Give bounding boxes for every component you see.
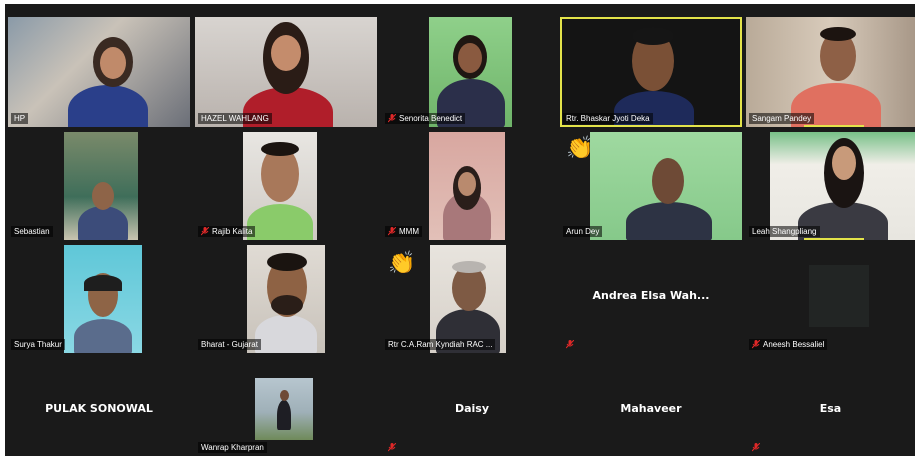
participant-name-tag: Senorita Benedict <box>385 113 466 124</box>
participant-video <box>195 17 377 127</box>
participant-name-tag: Bharat - Gujarat <box>198 339 261 350</box>
participant-tile-bhaskar[interactable]: Rtr. Bhaskar Jyoti Deka <box>560 17 742 127</box>
participant-name-tag: Aneesh Bessaliel <box>749 339 828 350</box>
participant-name-tag <box>385 442 399 453</box>
participant-name-tag: Wanrap Kharpran <box>198 442 267 453</box>
clapping-hand-icon: 👏 <box>566 136 594 161</box>
participant-name-tag: Rtr. Bhaskar Jyoti Deka <box>563 113 653 124</box>
participant-name-tag: Rajib Kalita <box>198 226 256 237</box>
mic-muted-icon <box>388 114 396 123</box>
participant-display-name: Mahaveer <box>620 402 682 415</box>
participant-video <box>746 17 915 127</box>
clapping-hand-icon: 👏 <box>388 251 416 276</box>
participant-tile-bharat[interactable]: Bharat - Gujarat <box>195 243 377 353</box>
mic-muted-icon <box>752 443 760 452</box>
participant-name-tag: MMM <box>385 226 422 237</box>
participant-video <box>590 132 742 240</box>
participant-name-tag: Leah Shangpliang <box>749 226 820 237</box>
participant-video <box>429 17 512 127</box>
participant-display-name: Daisy <box>454 402 490 415</box>
participant-tile-mmm[interactable]: MMM <box>382 130 562 240</box>
participant-video <box>770 132 915 240</box>
participant-video <box>243 132 317 240</box>
participant-tile-andrea[interactable]: Andrea Elsa Wah... <box>560 243 742 353</box>
mic-muted-icon <box>752 340 760 349</box>
participant-name-tag: Surya Thakur <box>11 339 65 350</box>
participant-tile-hazel[interactable]: HAZEL WAHLANG <box>195 17 377 127</box>
participant-tile-sangam[interactable]: Sangam Pandey <box>746 17 915 127</box>
participant-tile-esa[interactable]: Esa <box>746 356 915 456</box>
participant-tile-mahaveer[interactable]: Mahaveer <box>560 356 742 456</box>
video-gallery: HP HAZEL WAHLANG Senorita Benedict Rtr. … <box>5 4 915 456</box>
participant-tile-senorita[interactable]: Senorita Benedict <box>382 17 562 127</box>
participant-tile-daisy[interactable]: Daisy <box>382 356 562 456</box>
participant-avatar <box>255 378 313 440</box>
mic-muted-icon <box>388 443 396 452</box>
participant-display-name: PULAK SONOWAL <box>45 402 153 415</box>
participant-video <box>429 132 505 240</box>
participant-tile-leah[interactable]: Leah Shangpliang <box>746 130 915 240</box>
participant-name-tag: HAZEL WAHLANG <box>198 113 272 124</box>
participant-video <box>430 245 506 353</box>
participant-tile-hp[interactable]: HP <box>8 17 190 127</box>
participant-tile-wanrap[interactable]: Wanrap Kharpran <box>195 356 377 456</box>
participant-video <box>8 17 190 127</box>
participant-name-tag <box>563 339 577 350</box>
speaking-indicator <box>804 125 864 127</box>
mic-muted-icon <box>201 227 209 236</box>
participant-video <box>247 245 325 353</box>
participant-video <box>64 132 138 240</box>
participant-tile-sebastian[interactable]: Sebastian <box>8 130 190 240</box>
mic-muted-icon <box>388 227 396 236</box>
participant-name-tag: Arun Dey <box>563 226 603 237</box>
speaking-indicator <box>804 238 864 240</box>
participant-video <box>562 19 740 125</box>
participant-tile-rajib[interactable]: Rajib Kalita <box>195 130 377 240</box>
participant-name-tag: HP <box>11 113 29 124</box>
participant-display-name: Esa <box>819 402 842 415</box>
mic-muted-icon <box>566 340 574 349</box>
participant-display-name: Andrea Elsa Wah... <box>592 289 710 302</box>
participant-tile-surya[interactable]: Surya Thakur <box>8 243 190 353</box>
participant-tile-aneesh[interactable]: Aneesh Bessaliel <box>746 243 915 353</box>
participant-video <box>64 245 142 353</box>
participant-tile-pulak[interactable]: PULAK SONOWAL <box>8 356 190 456</box>
participant-name-tag: Sebastian <box>11 226 53 237</box>
participant-avatar <box>809 265 869 327</box>
participant-tile-ram[interactable]: 👏 Rtr C.A.Ram Kyndiah RAC ... <box>382 243 562 353</box>
participant-name-tag: Rtr C.A.Ram Kyndiah RAC ... <box>385 339 496 350</box>
participant-tile-arun[interactable]: 👏 Arun Dey <box>560 130 742 240</box>
participant-name-tag <box>749 442 763 453</box>
participant-name-tag: Sangam Pandey <box>749 113 815 124</box>
